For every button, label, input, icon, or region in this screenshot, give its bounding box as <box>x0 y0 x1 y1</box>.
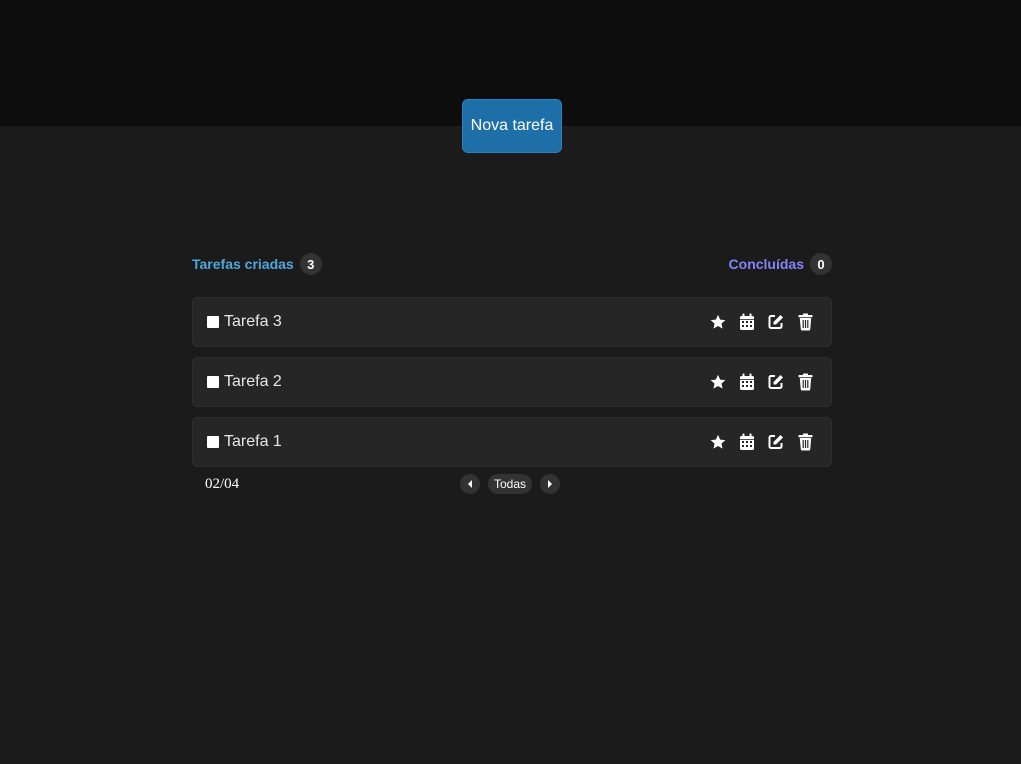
task-title: Tarefa 3 <box>224 313 282 330</box>
new-task-button[interactable]: Nova tarefa <box>462 99 562 153</box>
task-panel: Tarefas criadas 3 Concluídas 0 Tarefa 3 <box>192 250 832 494</box>
trash-icon[interactable] <box>795 312 815 332</box>
trash-icon[interactable] <box>795 432 815 452</box>
task-title: Tarefa 2 <box>224 373 282 390</box>
calendar-icon[interactable] <box>737 312 757 332</box>
caret-left-icon[interactable] <box>460 474 480 494</box>
star-icon[interactable] <box>708 312 728 332</box>
created-label: Tarefas criadas <box>192 256 294 272</box>
trash-icon[interactable] <box>795 372 815 392</box>
star-icon[interactable] <box>708 432 728 452</box>
task-checkbox[interactable] <box>207 316 219 328</box>
task-list-footer: 02/04 Todas <box>192 474 832 496</box>
current-date: 02/04 <box>205 476 240 492</box>
filter-pager: Todas <box>460 474 561 494</box>
task-counters: Tarefas criadas 3 Concluídas 0 <box>192 250 832 280</box>
calendar-icon[interactable] <box>737 432 757 452</box>
task-actions <box>708 372 815 392</box>
edit-icon[interactable] <box>766 372 786 392</box>
edit-icon[interactable] <box>766 432 786 452</box>
task-item: Tarefa 2 <box>192 357 832 407</box>
calendar-icon[interactable] <box>737 372 757 392</box>
edit-icon[interactable] <box>766 312 786 332</box>
done-count-badge: 0 <box>810 253 832 275</box>
created-counter: Tarefas criadas 3 <box>192 253 322 275</box>
task-item: Tarefa 1 <box>192 417 832 467</box>
task-list: Tarefa 3 Tarefa 2 Tarefa 1 <box>192 297 832 477</box>
created-count-badge: 3 <box>299 253 322 275</box>
caret-right-icon[interactable] <box>540 474 561 494</box>
done-counter: Concluídas 0 <box>729 253 832 275</box>
done-label: Concluídas <box>728 256 804 272</box>
task-title: Tarefa 1 <box>224 433 282 450</box>
filter-selector[interactable]: Todas <box>488 474 533 494</box>
task-checkbox[interactable] <box>207 436 219 448</box>
task-actions <box>708 432 815 452</box>
task-item: Tarefa 3 <box>192 297 832 347</box>
star-icon[interactable] <box>708 372 728 392</box>
task-actions <box>708 312 815 332</box>
task-checkbox[interactable] <box>207 376 219 388</box>
